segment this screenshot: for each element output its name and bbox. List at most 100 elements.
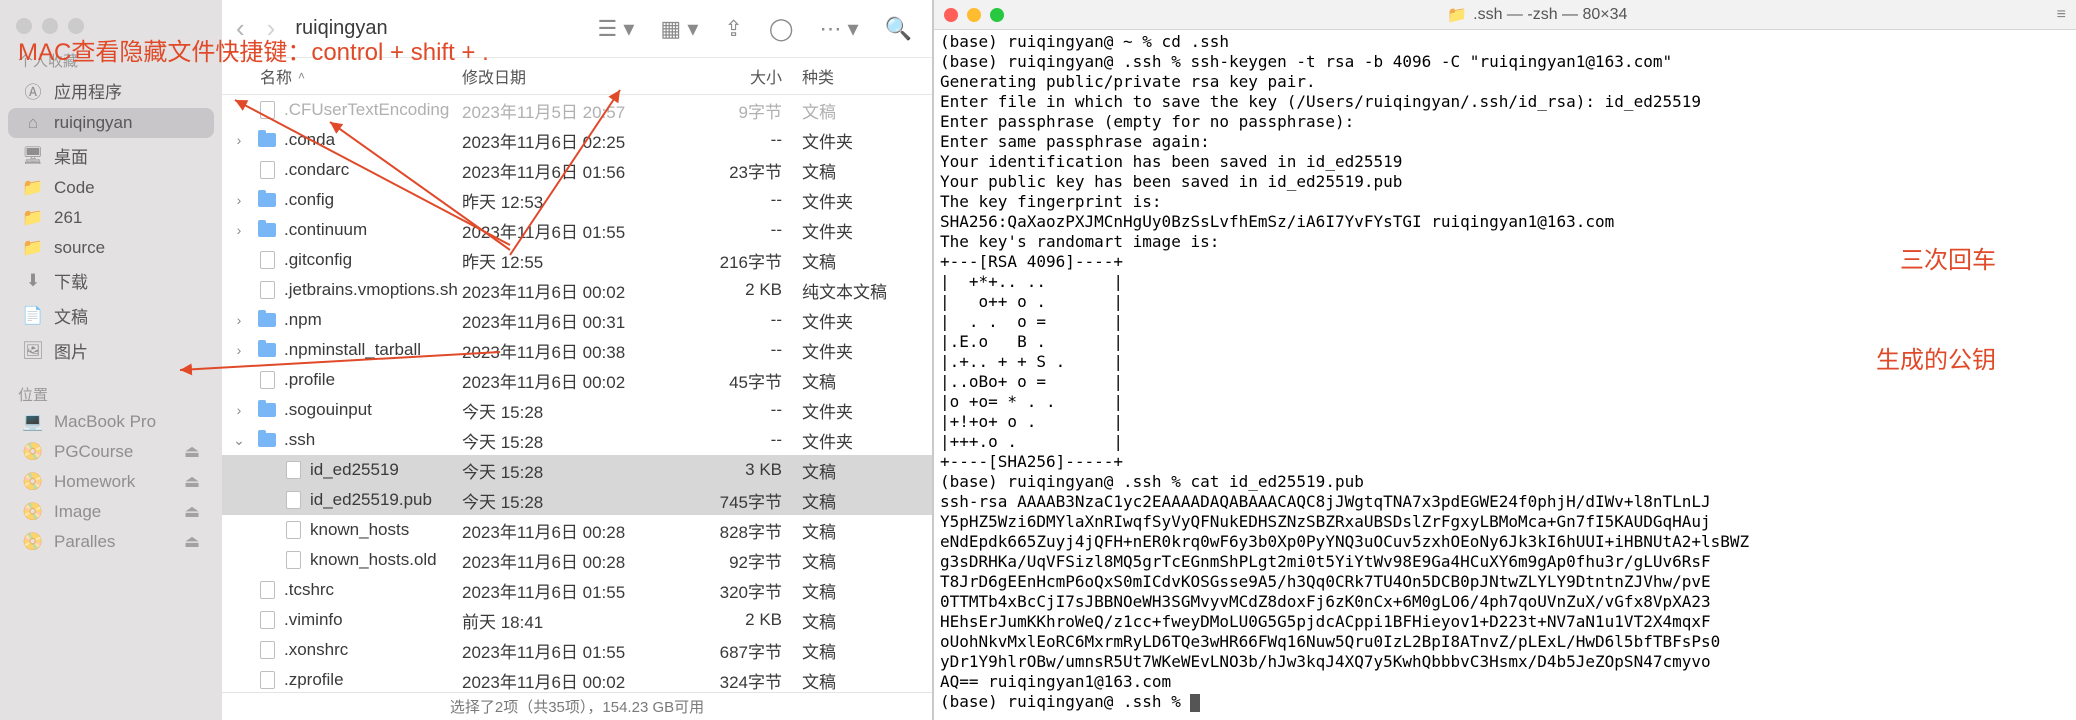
file-date: 今天 15:28: [462, 488, 692, 513]
col-name[interactable]: 名称: [260, 64, 292, 88]
file-row[interactable]: ⌄ .ssh 今天 15:28 -- 文件夹: [222, 425, 932, 455]
titlebar-menu-icon[interactable]: ≡: [2057, 6, 2066, 24]
minimize-icon[interactable]: [967, 8, 981, 22]
file-kind: 文稿: [802, 548, 932, 573]
file-name: .gitconfig: [284, 250, 352, 270]
disclosure-icon[interactable]: ⌄: [222, 432, 256, 449]
disclosure-icon[interactable]: ›: [222, 342, 256, 358]
file-list[interactable]: .CFUserTextEncoding 2023年11月5日 20:57 9字节…: [222, 95, 932, 692]
file-row[interactable]: .profile 2023年11月6日 00:02 45字节 文稿: [222, 365, 932, 395]
eject-icon[interactable]: ⏏: [184, 472, 200, 492]
file-row[interactable]: .xonshrc 2023年11月6日 01:55 687字节 文稿: [222, 635, 932, 665]
file-row[interactable]: id_ed25519.pub 今天 15:28 745字节 文稿: [222, 485, 932, 515]
disk-icon: 📀: [22, 502, 44, 522]
file-kind: 文件夹: [802, 428, 932, 453]
col-date[interactable]: 修改日期: [462, 64, 692, 88]
file-row[interactable]: id_ed25519 今天 15:28 3 KB 文稿: [222, 455, 932, 485]
col-size[interactable]: 大小: [692, 64, 802, 88]
file-icon: [260, 641, 275, 659]
file-row[interactable]: .viminfo 前天 18:41 2 KB 文稿: [222, 605, 932, 635]
sidebar-item-应用程序[interactable]: Ⓐ应用程序: [8, 73, 214, 108]
file-icon: [260, 671, 275, 689]
disclosure-icon[interactable]: ›: [222, 132, 256, 148]
file-date: 2023年11月6日 00:02: [462, 368, 692, 393]
file-icon: [286, 521, 301, 539]
view-mode-button[interactable]: ☰ ▾: [592, 16, 641, 42]
file-row[interactable]: known_hosts.old 2023年11月6日 00:28 92字节 文稿: [222, 545, 932, 575]
file-row[interactable]: › .npm 2023年11月6日 00:31 -- 文件夹: [222, 305, 932, 335]
file-row[interactable]: .jetbrains.vmoptions.sh 2023年11月6日 00:02…: [222, 275, 932, 305]
file-size: 745字节: [692, 488, 802, 513]
folder-icon: [258, 343, 276, 357]
sidebar-item-source[interactable]: 📁 source: [8, 233, 214, 263]
zoom-icon[interactable]: [990, 8, 1004, 22]
sidebar-loc-Homework[interactable]: 📀Homework⏏: [8, 467, 214, 497]
file-date: 今天 15:28: [462, 398, 692, 423]
file-row[interactable]: .tcshrc 2023年11月6日 01:55 320字节 文稿: [222, 575, 932, 605]
annotation-hint: MAC查看隐藏文件快捷键：control + shift + .: [18, 32, 489, 67]
disclosure-icon[interactable]: ›: [222, 192, 256, 208]
file-size: 828字节: [692, 518, 802, 543]
file-size: --: [692, 190, 802, 210]
file-row[interactable]: › .continuum 2023年11月6日 01:55 -- 文件夹: [222, 215, 932, 245]
sidebar-loc-MacBook Pro[interactable]: 💻MacBook Pro: [8, 407, 214, 437]
disclosure-icon[interactable]: ›: [222, 222, 256, 238]
sidebar-item-下载[interactable]: ⬇下载: [8, 263, 214, 298]
file-size: 2 KB: [692, 610, 802, 630]
folder-icon: 📁: [22, 178, 44, 198]
file-kind: 文稿: [802, 248, 932, 273]
file-row[interactable]: .condarc 2023年11月6日 01:56 23字节 文稿: [222, 155, 932, 185]
sidebar-item-Code[interactable]: 📁Code: [8, 173, 214, 203]
eject-icon[interactable]: ⏏: [184, 502, 200, 522]
sidebar-loc-Image[interactable]: 📀Image⏏: [8, 497, 214, 527]
file-size: 9字节: [692, 98, 802, 123]
tag-button[interactable]: ◯: [763, 16, 800, 42]
file-name: known_hosts: [310, 520, 409, 540]
file-row[interactable]: › .sogouinput 今天 15:28 -- 文件夹: [222, 395, 932, 425]
sidebar-item-桌面[interactable]: 🖥桌面: [8, 138, 214, 173]
file-size: 3 KB: [692, 460, 802, 480]
file-icon: [260, 281, 275, 299]
file-row[interactable]: › .npminstall_tarball 2023年11月6日 00:38 -…: [222, 335, 932, 365]
file-size: 320字节: [692, 578, 802, 603]
sidebar-item-图片[interactable]: 🖼图片: [8, 333, 214, 368]
folder-icon: [258, 313, 276, 327]
file-row[interactable]: known_hosts 2023年11月6日 00:28 828字节 文稿: [222, 515, 932, 545]
file-row[interactable]: .zprofile 2023年11月6日 00:02 324字节 文稿: [222, 665, 932, 692]
file-kind: 文稿: [802, 518, 932, 543]
home-icon: ⌂: [22, 113, 44, 133]
file-size: 216字节: [692, 248, 802, 273]
file-name: .xonshrc: [284, 640, 348, 660]
eject-icon[interactable]: ⏏: [184, 532, 200, 552]
action-button[interactable]: ⋯ ▾: [813, 16, 864, 42]
disclosure-icon[interactable]: ›: [222, 312, 256, 328]
sidebar-item-ruiqingyan[interactable]: ⌂ruiqingyan: [8, 108, 214, 138]
sidebar-item-261[interactable]: 📁261: [8, 203, 214, 233]
sidebar-item-文稿[interactable]: 📄文稿: [8, 298, 214, 333]
sidebar-loc-Paralles[interactable]: 📀Paralles⏏: [8, 527, 214, 557]
terminal-titlebar[interactable]: 📁.ssh — -zsh — 80×34 ≡: [934, 0, 2076, 30]
folder-icon: 📁: [22, 238, 44, 258]
disclosure-icon[interactable]: ›: [222, 402, 256, 418]
eject-icon[interactable]: ⏏: [184, 442, 200, 462]
file-row[interactable]: › .conda 2023年11月6日 02:25 -- 文件夹: [222, 125, 932, 155]
share-button[interactable]: ⇪: [718, 16, 748, 42]
file-icon: [260, 161, 275, 179]
file-date: 今天 15:28: [462, 458, 692, 483]
terminal-body[interactable]: (base) ruiqingyan@ ~ % cd .ssh (base) ru…: [934, 30, 2076, 720]
file-row[interactable]: .CFUserTextEncoding 2023年11月5日 20:57 9字节…: [222, 95, 932, 125]
file-size: 45字节: [692, 368, 802, 393]
file-date: 2023年11月6日 00:31: [462, 308, 692, 333]
folder-icon: [258, 193, 276, 207]
file-row[interactable]: › .config 昨天 12:53 -- 文件夹: [222, 185, 932, 215]
file-date: 前天 18:41: [462, 608, 692, 633]
close-icon[interactable]: [944, 8, 958, 22]
search-button[interactable]: 🔍: [879, 16, 918, 42]
sidebar-loc-PGCourse[interactable]: 📀PGCourse⏏: [8, 437, 214, 467]
file-name: .continuum: [284, 220, 367, 240]
group-button[interactable]: ▦ ▾: [654, 16, 704, 42]
sidebar-item-label: source: [54, 238, 105, 258]
file-kind: 文稿: [802, 488, 932, 513]
file-row[interactable]: .gitconfig 昨天 12:55 216字节 文稿: [222, 245, 932, 275]
col-kind[interactable]: 种类: [802, 64, 932, 88]
